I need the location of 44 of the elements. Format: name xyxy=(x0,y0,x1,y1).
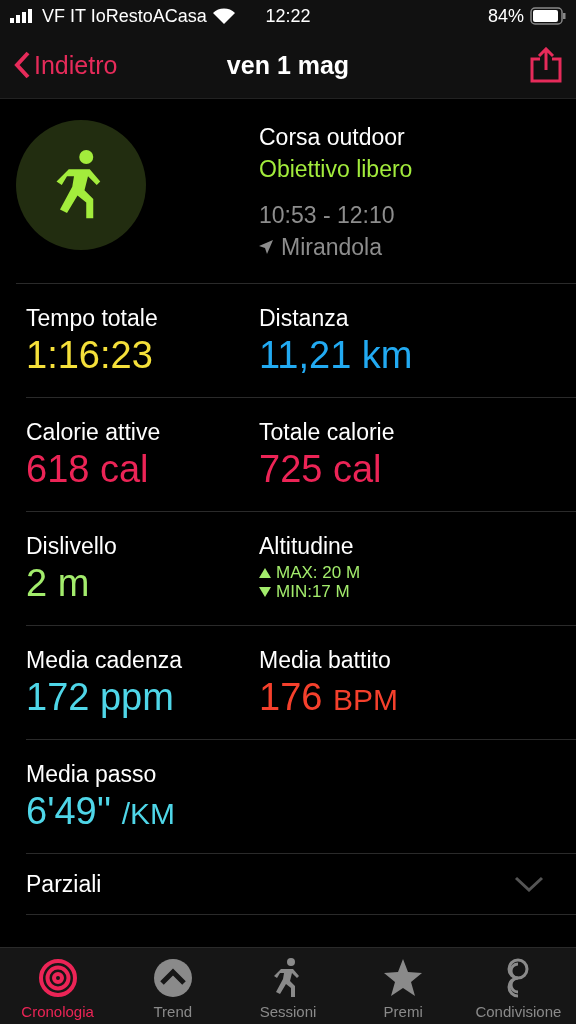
chevron-up-circle-icon xyxy=(152,958,193,998)
share-icon[interactable] xyxy=(530,47,562,83)
location-arrow-icon xyxy=(259,240,273,254)
battery-percent: 84% xyxy=(487,5,524,27)
metric-value: 2 m xyxy=(26,561,90,606)
section-title: Parziali xyxy=(26,870,102,898)
nav-title: ven 1 mag xyxy=(226,50,350,79)
metric-label: Dislivello xyxy=(26,532,117,560)
metric-label: Tempo totale xyxy=(26,304,158,332)
metric-value: 172 ppm xyxy=(26,675,174,720)
triangle-down-icon xyxy=(259,586,271,597)
metric-value: 6'49'' /KM xyxy=(26,789,176,834)
chevron-down-icon[interactable] xyxy=(514,876,544,892)
min-altitude: MIN:17 M xyxy=(276,582,350,601)
tab-item[interactable]: Cronologia xyxy=(0,948,116,1024)
metric-label: Totale calorie xyxy=(259,418,395,446)
metric-label: Distanza xyxy=(259,304,349,332)
metric-value: 618 cal xyxy=(26,447,149,492)
star-icon xyxy=(383,958,424,998)
metric-value: 725 cal xyxy=(259,447,382,492)
workout-type: Corsa outdoor xyxy=(259,123,405,152)
metric-label: Media battito xyxy=(259,646,391,674)
tab-item[interactable]: Sessioni xyxy=(230,948,346,1024)
metric-value: 11,21 km xyxy=(259,333,413,378)
wifi-icon xyxy=(212,8,235,24)
metric-value: 176 BPM xyxy=(259,675,398,720)
battery-icon xyxy=(530,7,566,25)
back-button[interactable]: Indietro xyxy=(14,50,118,80)
time-range: 10:53 - 12:10 xyxy=(259,201,395,230)
location: Mirandola xyxy=(281,233,382,262)
tab-item[interactable]: Trend xyxy=(115,948,231,1024)
metric-label: Media passo xyxy=(26,760,157,788)
rings-icon xyxy=(37,958,78,998)
tab-item[interactable]: Premi xyxy=(345,948,461,1024)
tab-item[interactable]: Condivisione xyxy=(460,948,576,1024)
metric-label: Media cadenza xyxy=(26,646,182,674)
metric-label: Altitudine xyxy=(259,532,354,560)
clock-time: 12:22 xyxy=(265,6,311,26)
carrier-name: VF IT IoRestoACasa xyxy=(42,5,207,27)
max-altitude: MAX: 20 M xyxy=(276,563,361,582)
back-chevron-icon xyxy=(14,51,30,79)
metric-value: 1:16:23 xyxy=(26,333,153,378)
workout-goal: Obiettivo libero xyxy=(259,155,413,184)
metric-label: Calorie attive xyxy=(26,418,161,446)
